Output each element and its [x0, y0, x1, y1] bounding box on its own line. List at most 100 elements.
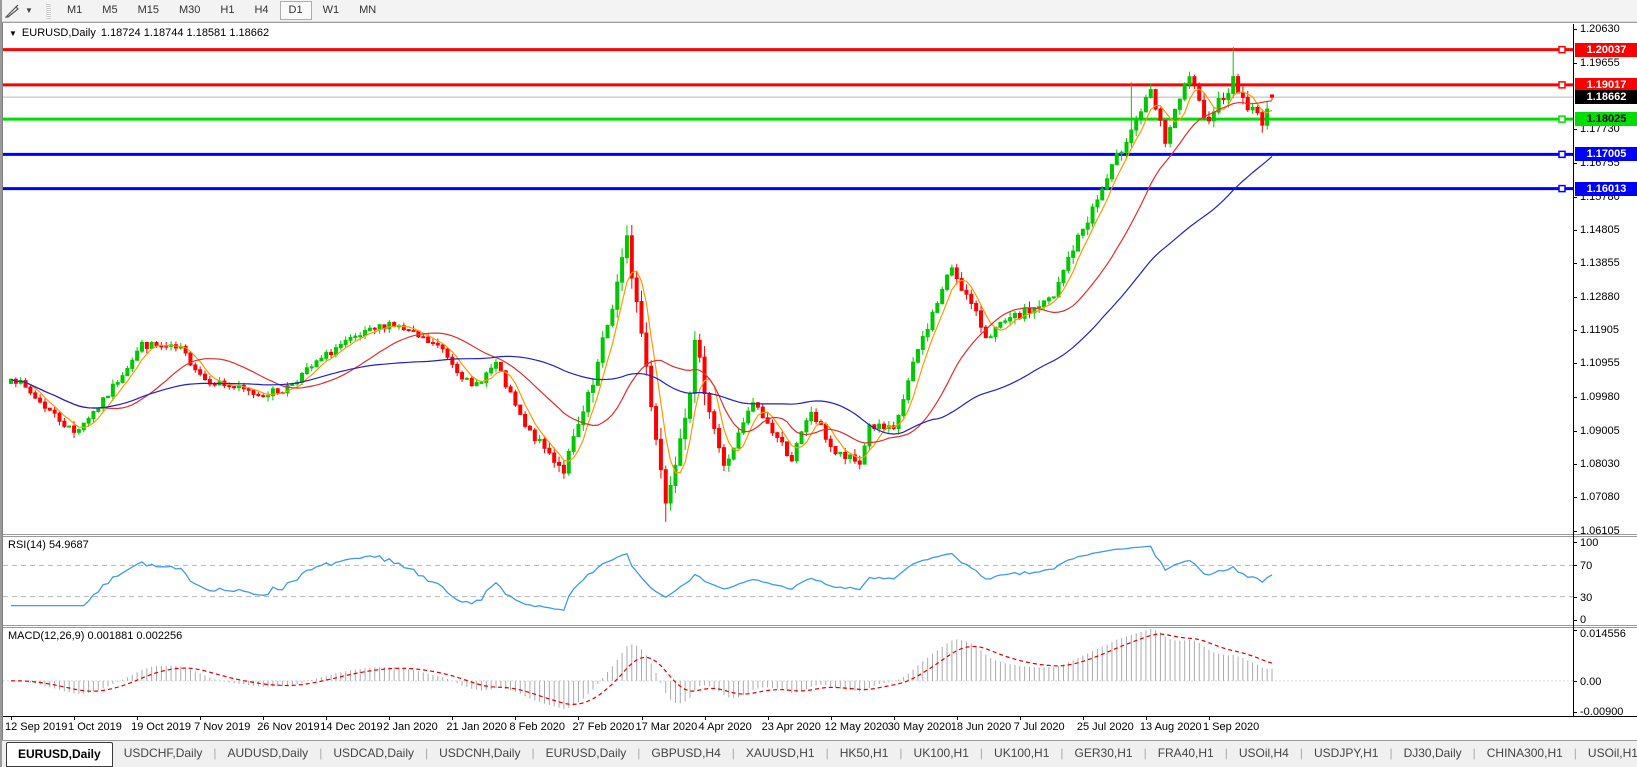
chart-tab-gbpusd-h4[interactable]: GBPUSD,H4	[640, 742, 731, 765]
chart-tab-usoil-h4[interactable]: USOil,H4	[1228, 742, 1300, 765]
price-tick-label: 1.12880	[1580, 291, 1620, 303]
rsi-tick-label: 70	[1580, 560, 1592, 572]
timeframe-button-mn[interactable]: MN	[350, 1, 385, 20]
chart-tab-uk100-h1[interactable]: UK100,H1	[903, 742, 980, 765]
date-tick-mark	[1146, 717, 1147, 720]
price-tick-mark	[1573, 497, 1577, 498]
price-tick-mark	[1573, 129, 1577, 130]
price-tick-label: 1.14805	[1580, 224, 1620, 236]
chart-tab-usdjpy-h1[interactable]: USDJPY,H1	[1303, 742, 1389, 765]
level-price-badge: 1.16013	[1575, 182, 1637, 196]
price-tick-mark	[1573, 330, 1577, 331]
title-collapse-icon[interactable]: ▼	[9, 29, 17, 38]
price-tick-mark	[1573, 363, 1577, 364]
chart-tab-eurusd-daily[interactable]: EURUSD,Daily	[6, 742, 113, 767]
date-tick-label: 18 Jun 2020	[951, 721, 1012, 733]
date-tick-mark	[74, 717, 75, 720]
chart-tab-dj30-daily[interactable]: DJ30,Daily	[1393, 742, 1473, 765]
drawing-tool-icon[interactable]	[2, 2, 22, 20]
top-toolbar: ▼ M1M5M15M30H1H4D1W1MN	[2, 0, 1637, 22]
date-tick-mark	[1083, 717, 1084, 720]
rsi-chart-canvas[interactable]	[3, 537, 1637, 625]
chart-tab-usdcad-daily[interactable]: USDCAD,Daily	[322, 742, 425, 765]
date-tick-mark	[1209, 717, 1210, 720]
date-tick-mark	[894, 717, 895, 720]
chart-title: ▼ EURUSD,Daily 1.18724 1.18744 1.18581 1…	[9, 27, 269, 39]
price-tick-label: 1.19655	[1580, 57, 1620, 69]
macd-chart-canvas[interactable]	[3, 628, 1637, 716]
timeframe-button-m30[interactable]: M30	[170, 1, 209, 20]
chart-tab-usdcnh-daily[interactable]: USDCNH,Daily	[428, 742, 531, 765]
price-tick-label: 1.13855	[1580, 257, 1620, 269]
date-tick-mark	[1020, 717, 1021, 720]
chart-tab-usdchf-daily[interactable]: USDCHF,Daily	[113, 742, 214, 765]
date-tick-mark	[957, 717, 958, 720]
date-tick-mark	[200, 717, 201, 720]
rsi-tick-label: 0	[1580, 614, 1586, 626]
date-tick-label: 1 Sep 2020	[1203, 721, 1259, 733]
rsi-tick-mark	[1573, 620, 1577, 621]
macd-label: MACD(12,26,9) 0.001881 0.002256	[8, 630, 182, 642]
macd-tick-label: 0.014556	[1580, 628, 1626, 640]
chart-tab-bar: EURUSD,DailyUSDCHF,Daily|AUDUSD,Daily|US…	[2, 740, 1637, 767]
price-tick-mark	[1573, 197, 1577, 198]
date-tick-label: 26 Nov 2019	[257, 721, 319, 733]
price-tick-mark	[1573, 29, 1577, 30]
date-tick-mark	[768, 717, 769, 720]
level-price-badge: 1.18025	[1575, 112, 1637, 126]
macd-tick-mark	[1573, 681, 1577, 682]
date-tick-mark	[578, 717, 579, 720]
timeframe-button-m15[interactable]: M15	[129, 1, 168, 20]
level-price-badge: 1.20037	[1575, 43, 1637, 57]
date-tick-label: 12 Sep 2019	[5, 721, 67, 733]
chart-tab-hk50-h1[interactable]: HK50,H1	[829, 742, 900, 765]
macd-tick-label: 0.00	[1580, 676, 1601, 688]
timeframe-button-h4[interactable]: H4	[245, 1, 277, 20]
toolbar-drag-handle-icon[interactable]	[46, 3, 51, 19]
price-tick-label: 1.09980	[1580, 391, 1620, 403]
date-tick-label: 2 Jan 2020	[383, 721, 437, 733]
price-tick-label: 1.09005	[1580, 425, 1620, 437]
date-axis[interactable]: 12 Sep 20191 Oct 201919 Oct 20197 Nov 20…	[3, 716, 1637, 740]
date-tick-label: 1 Oct 2019	[68, 721, 122, 733]
price-tick-mark	[1573, 63, 1577, 64]
rsi-tick-mark	[1573, 597, 1577, 598]
price-tick-label: 1.06105	[1580, 525, 1620, 537]
chart-tab-eurusd-daily[interactable]: EURUSD,Daily	[535, 742, 638, 765]
date-tick-label: 7 Nov 2019	[194, 721, 250, 733]
timeframe-button-m1[interactable]: M1	[58, 1, 91, 20]
date-tick-label: 25 Jul 2020	[1077, 721, 1134, 733]
rsi-label: RSI(14) 54.9687	[8, 539, 89, 551]
chart-tab-xauusd-h1[interactable]: XAUUSD,H1	[735, 742, 826, 765]
rsi-pane: RSI(14) 54.9687	[3, 537, 1637, 625]
price-pane: ▼ EURUSD,Daily 1.18724 1.18744 1.18581 1…	[3, 24, 1637, 534]
date-tick-mark	[642, 717, 643, 720]
price-axis-line	[1573, 24, 1574, 716]
price-tick-mark	[1573, 464, 1577, 465]
date-tick-mark	[831, 717, 832, 720]
chart-tab-uk100-h1[interactable]: UK100,H1	[983, 742, 1060, 765]
price-chart-canvas[interactable]	[3, 24, 1637, 534]
timeframe-button-w1[interactable]: W1	[314, 1, 349, 20]
timeframe-button-m5[interactable]: M5	[93, 1, 126, 20]
price-tick-mark	[1573, 531, 1577, 532]
timeframe-button-d1[interactable]: D1	[280, 1, 312, 20]
chart-tab-audusd-daily[interactable]: AUDUSD,Daily	[217, 742, 320, 765]
timeframe-button-group: M1M5M15M30H1H4D1W1MN	[57, 1, 386, 20]
timeframe-button-h1[interactable]: H1	[211, 1, 243, 20]
chart-tab-ger30-h1[interactable]: GER30,H1	[1064, 742, 1144, 765]
symbol-period-label: EURUSD,Daily	[22, 27, 96, 39]
date-tick-label: 30 May 2020	[888, 721, 952, 733]
date-tick-label: 13 Aug 2020	[1140, 721, 1202, 733]
date-tick-label: 14 Dec 2019	[320, 721, 382, 733]
chart-tab-fra40-h1[interactable]: FRA40,H1	[1147, 742, 1225, 765]
price-tick-mark	[1573, 230, 1577, 231]
drawing-toolbar: ▼	[2, 0, 40, 22]
chart-tab-usoil-h1[interactable]: USOil,H1	[1577, 742, 1637, 765]
date-tick-mark	[389, 717, 390, 720]
toolbar-dropdown-arrow-icon[interactable]: ▼	[22, 6, 36, 15]
chart-tab-china300-h1[interactable]: CHINA300,H1	[1476, 742, 1574, 765]
price-tick-label: 1.08030	[1580, 458, 1620, 470]
date-tick-mark	[263, 717, 264, 720]
date-tick-label: 17 Mar 2020	[636, 721, 698, 733]
